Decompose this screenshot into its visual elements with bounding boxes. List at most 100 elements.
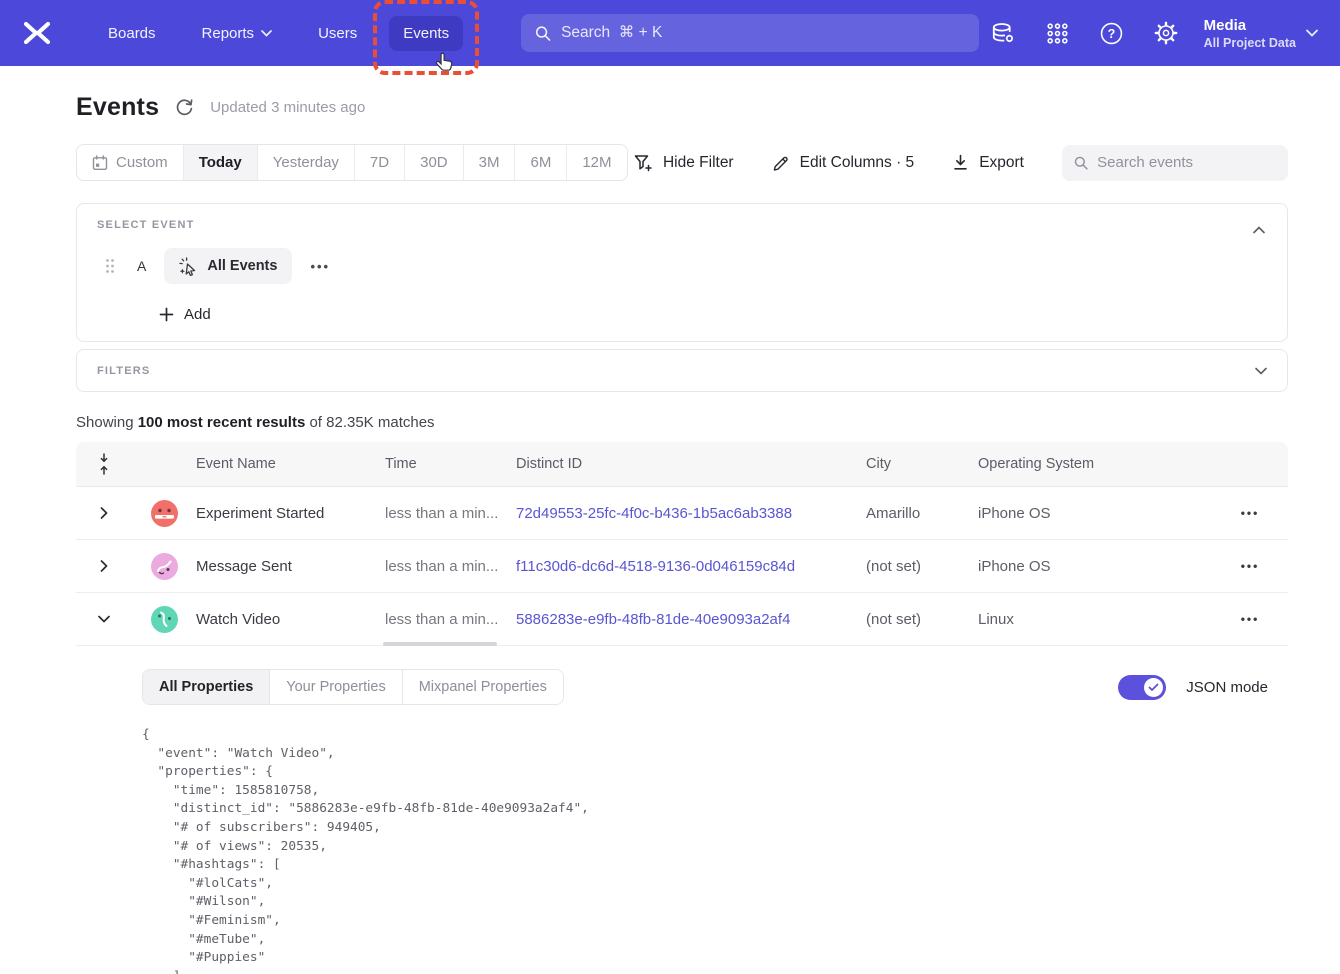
select-event-panel: SELECT EVENT A	[76, 203, 1288, 342]
nav-item-reports-label: Reports	[202, 25, 255, 42]
row-actions-button[interactable]: •••	[1212, 506, 1288, 520]
date-option-3m[interactable]: 3M	[463, 145, 515, 180]
chevron-up-icon	[1253, 226, 1265, 234]
pencil-icon	[772, 154, 790, 172]
nav-item-users[interactable]: Users	[304, 16, 371, 51]
results-suffix: of 82.35K matches	[305, 414, 434, 431]
event-avatar	[151, 553, 178, 580]
toggle-knob	[1144, 678, 1163, 697]
export-button[interactable]: Export	[952, 154, 1024, 172]
filters-panel[interactable]: FILTERS	[76, 349, 1288, 392]
date-option-custom[interactable]: Custom	[77, 145, 183, 180]
os-cell: Linux	[978, 611, 1116, 628]
svg-text:?: ?	[1107, 27, 1115, 41]
edit-columns-label: Edit Columns · 5	[800, 154, 915, 172]
event-json-content: { "event": "Watch Video", "properties": …	[142, 726, 1288, 974]
os-cell: iPhone OS	[978, 558, 1116, 575]
help-icon[interactable]: ?	[1100, 22, 1123, 45]
date-option-7d[interactable]: 7D	[354, 145, 404, 180]
table-row: Message Sent less than a min... f11c30d6…	[76, 540, 1288, 593]
nav-item-events[interactable]: Events	[389, 16, 463, 51]
event-detail-panel: All Properties Your Properties Mixpanel …	[76, 646, 1288, 974]
row-collapse-chevron[interactable]	[92, 609, 116, 629]
tab-your-properties[interactable]: Your Properties	[269, 670, 401, 704]
calendar-icon	[92, 155, 108, 171]
export-label: Export	[979, 154, 1024, 172]
table-row: Experiment Started less than a min... 72…	[76, 487, 1288, 540]
properties-tabs: All Properties Your Properties Mixpanel …	[142, 669, 564, 705]
row-actions-button[interactable]: •••	[1212, 559, 1288, 573]
top-nav: Boards Reports Users Events	[0, 0, 1340, 66]
row-actions-button[interactable]: •••	[1212, 612, 1288, 626]
date-option-12m[interactable]: 12M	[566, 145, 626, 180]
nav-item-boards[interactable]: Boards	[94, 16, 170, 51]
table-header-row: Event Name Time Distinct ID City Operati…	[76, 442, 1288, 487]
magic-cursor-icon	[179, 257, 198, 276]
mixpanel-logo[interactable]	[20, 20, 54, 46]
nav-events-wrapper: Events	[389, 16, 463, 51]
hide-filter-button[interactable]: Hide Filter	[634, 154, 734, 172]
json-mode-label: JSON mode	[1186, 679, 1268, 696]
collapse-expand-all-icon[interactable]	[98, 453, 110, 475]
drag-handle-icon[interactable]	[105, 258, 115, 274]
column-header-distinct-id: Distinct ID	[516, 456, 866, 472]
collapse-panel-chevron[interactable]	[1249, 217, 1269, 243]
hide-filter-label: Hide Filter	[663, 154, 734, 172]
search-events-box[interactable]	[1062, 145, 1288, 181]
global-search-input[interactable]	[561, 24, 965, 42]
column-header-event-name: Event Name	[196, 456, 385, 472]
table-row-expanded: Watch Video less than a min... 5886283e-…	[76, 593, 1288, 646]
filters-label: FILTERS	[97, 365, 150, 377]
row-expand-chevron[interactable]	[94, 501, 114, 525]
horizontal-scrollbar-thumb[interactable]	[383, 642, 497, 646]
global-search[interactable]	[521, 14, 979, 52]
check-icon	[1148, 683, 1159, 692]
tab-mixpanel-properties[interactable]: Mixpanel Properties	[402, 670, 563, 704]
row-expand-chevron[interactable]	[94, 554, 114, 578]
json-mode-toggle[interactable]	[1118, 675, 1166, 700]
date-option-today[interactable]: Today	[183, 145, 257, 180]
event-name-cell: Message Sent	[196, 558, 385, 575]
add-event-button[interactable]: Add	[159, 306, 211, 323]
os-cell: iPhone OS	[978, 505, 1116, 522]
results-count: 100 most recent results	[138, 414, 306, 431]
updated-timestamp: Updated 3 minutes ago	[210, 99, 365, 116]
hand-cursor-icon	[433, 51, 456, 75]
add-event-label: Add	[184, 306, 211, 323]
settings-gear-icon[interactable]	[1154, 21, 1178, 45]
download-icon	[952, 154, 969, 171]
event-time-cell: less than a min...	[385, 505, 516, 522]
date-option-6m[interactable]: 6M	[514, 145, 566, 180]
refresh-icon[interactable]	[175, 98, 194, 117]
plus-icon	[159, 307, 174, 322]
nav-item-reports[interactable]: Reports	[188, 16, 287, 51]
filter-icon	[634, 154, 653, 172]
distinct-id-link[interactable]: 5886283e-e9fb-48fb-81de-40e9093a2af4	[516, 611, 866, 628]
search-events-input[interactable]	[1097, 154, 1276, 171]
project-name: Media	[1204, 16, 1296, 35]
chevron-down-icon[interactable]	[1255, 367, 1267, 375]
city-cell: Amarillo	[866, 505, 978, 522]
event-avatar	[151, 500, 178, 527]
column-header-time: Time	[385, 456, 516, 472]
data-management-icon[interactable]	[991, 22, 1015, 45]
event-row-letter: A	[137, 258, 146, 274]
event-row-menu-button[interactable]: •••	[310, 259, 330, 274]
date-option-30d[interactable]: 30D	[404, 145, 463, 180]
distinct-id-link[interactable]: f11c30d6-dc6d-4518-9136-0d046159c84d	[516, 558, 866, 575]
column-header-city: City	[866, 456, 978, 472]
tab-all-properties[interactable]: All Properties	[143, 670, 269, 704]
search-icon	[535, 25, 551, 42]
event-avatar	[151, 606, 178, 633]
apps-grid-icon[interactable]	[1046, 22, 1069, 45]
nav-icon-group: ?	[991, 21, 1178, 45]
project-switcher[interactable]: Media All Project Data	[1204, 16, 1318, 51]
date-range-control: Custom Today Yesterday 7D 30D 3M 6M 12M	[76, 144, 628, 181]
results-prefix: Showing	[76, 414, 138, 431]
date-option-yesterday[interactable]: Yesterday	[257, 145, 354, 180]
all-events-label: All Events	[207, 258, 277, 274]
page-title: Events	[76, 93, 159, 122]
all-events-button[interactable]: All Events	[164, 248, 292, 284]
edit-columns-button[interactable]: Edit Columns · 5	[772, 154, 915, 172]
distinct-id-link[interactable]: 72d49553-25fc-4f0c-b436-1b5ac6ab3388	[516, 505, 866, 522]
